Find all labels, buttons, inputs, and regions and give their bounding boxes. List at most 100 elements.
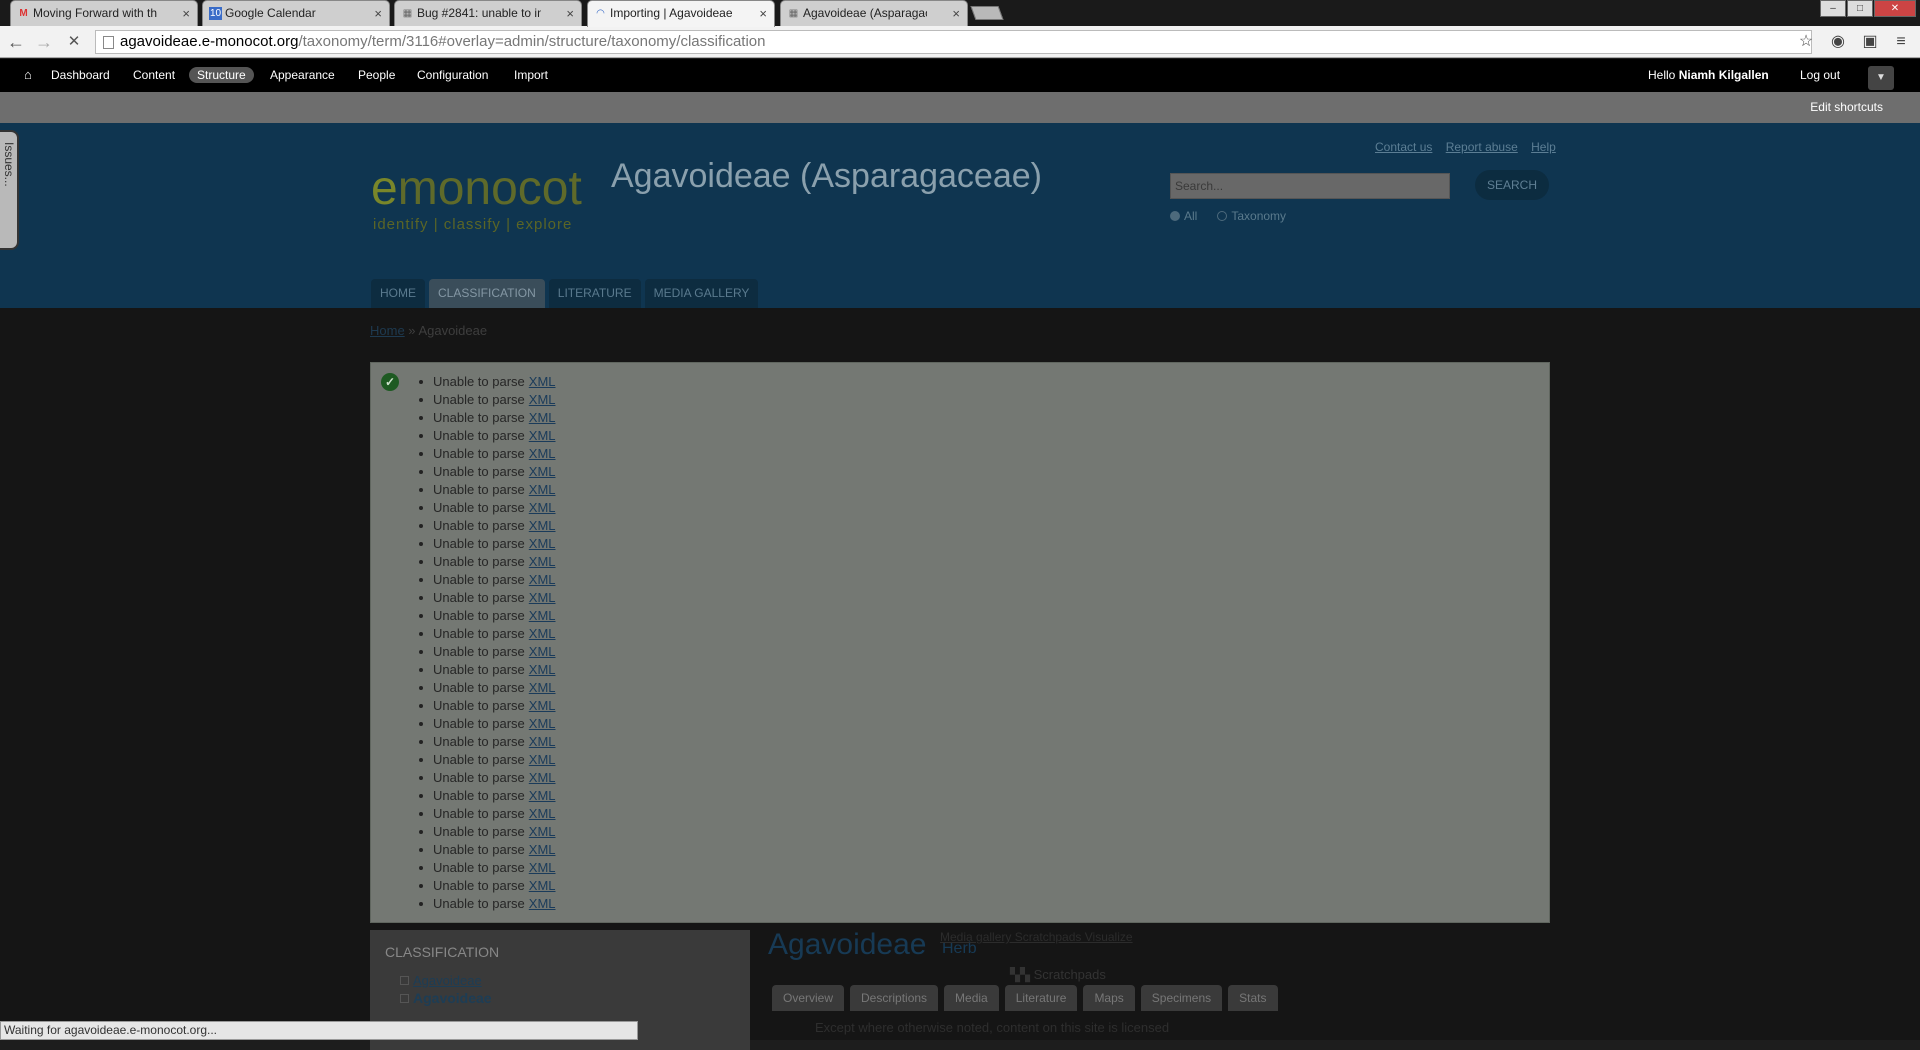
list-item: Unable to parse XML xyxy=(433,715,556,733)
tab-stats[interactable]: Stats xyxy=(1228,985,1278,1011)
list-item: Unable to parse XML xyxy=(433,553,556,571)
xml-link[interactable]: XML xyxy=(529,374,556,389)
xml-link[interactable]: XML xyxy=(529,680,556,695)
nav-media-gallery[interactable]: MEDIA GALLERY xyxy=(644,279,759,308)
taxon-links[interactable]: Media gallery Scratchpads Visualize xyxy=(940,930,1133,944)
tab-title: Agavoideae (Asparagacea xyxy=(803,6,927,20)
site-name[interactable]: Agavoideae (Asparagaceae) xyxy=(611,157,1042,196)
list-item: Unable to parse XML xyxy=(433,607,556,625)
xml-link[interactable]: XML xyxy=(529,590,556,605)
xml-link[interactable]: XML xyxy=(529,446,556,461)
toolbar-item-content[interactable]: Content xyxy=(125,67,183,83)
contact-us-link[interactable]: Contact us xyxy=(1375,140,1432,154)
browser-tab-gmail[interactable]: M Moving Forward with the × xyxy=(10,0,198,26)
close-icon[interactable]: × xyxy=(759,1,767,26)
tab-maps[interactable]: Maps xyxy=(1083,985,1135,1011)
xml-link[interactable]: XML xyxy=(529,842,556,857)
radio-taxonomy-label: Taxonomy xyxy=(1231,209,1287,223)
search-input[interactable]: Search... xyxy=(1170,173,1450,199)
url-input[interactable]: agavoideae.e-monocot.org/taxonomy/term/3… xyxy=(95,30,1812,54)
message-text: Unable to parse xyxy=(433,698,525,713)
list-item: Unable to parse XML xyxy=(433,571,556,589)
minimize-button[interactable]: – xyxy=(1820,0,1846,17)
browser-tab-calendar[interactable]: 10 Google Calendar × xyxy=(202,0,390,26)
tree-item-current[interactable]: Agavoideae xyxy=(400,990,492,1006)
xml-link[interactable]: XML xyxy=(529,734,556,749)
xml-link[interactable]: XML xyxy=(529,410,556,425)
tab-specimens[interactable]: Specimens xyxy=(1140,985,1223,1011)
stop-icon[interactable]: ✕ xyxy=(64,32,84,52)
tab-descriptions[interactable]: Descriptions xyxy=(850,985,939,1011)
xml-link[interactable]: XML xyxy=(529,518,556,533)
tab-overview[interactable]: Overview xyxy=(772,985,845,1011)
nav-literature[interactable]: LITERATURE xyxy=(548,279,641,308)
tab-literature[interactable]: Literature xyxy=(1004,985,1078,1011)
close-icon[interactable]: × xyxy=(182,1,190,26)
report-abuse-link[interactable]: Report abuse xyxy=(1446,140,1518,154)
xml-link[interactable]: XML xyxy=(529,878,556,893)
menu-icon[interactable]: ≡ xyxy=(1890,31,1912,53)
issues-tab[interactable]: Issues... xyxy=(0,130,19,250)
user-name[interactable]: Niamh Kilgallen xyxy=(1679,68,1769,82)
search-button[interactable]: SEARCH xyxy=(1475,170,1549,200)
bookmark-star-icon[interactable]: ☆ xyxy=(1795,31,1817,53)
xml-link[interactable]: XML xyxy=(529,752,556,767)
site-tagline: identify | classify | explore xyxy=(373,216,573,233)
browser-tab-agavoideae[interactable]: ▦ Agavoideae (Asparagacea × xyxy=(780,0,968,26)
xml-link[interactable]: XML xyxy=(529,788,556,803)
tree-toggle-icon xyxy=(400,994,409,1003)
toolbar-item-structure[interactable]: Structure xyxy=(189,67,254,83)
nav-classification[interactable]: CLASSIFICATION xyxy=(429,279,545,308)
xml-link[interactable]: XML xyxy=(529,716,556,731)
toolbar-item-people[interactable]: People xyxy=(350,67,403,83)
chevron-down-icon[interactable]: ▼ xyxy=(1868,66,1894,90)
xml-link[interactable]: XML xyxy=(529,500,556,515)
xml-link[interactable]: XML xyxy=(529,770,556,785)
new-tab-button[interactable] xyxy=(970,6,1004,20)
xml-link[interactable]: XML xyxy=(529,644,556,659)
toolbar-item-appearance[interactable]: Appearance xyxy=(262,67,343,83)
close-icon[interactable]: × xyxy=(566,1,574,26)
site-logo[interactable]: emonocot xyxy=(371,163,582,215)
browser-tab-importing[interactable]: ◠ Importing | Agavoideae (A × xyxy=(587,0,775,27)
browser-tab-bug[interactable]: ▦ Bug #2841: unable to imp × xyxy=(394,0,582,26)
toolbar-item-import[interactable]: Import xyxy=(506,67,556,83)
extension-icon[interactable]: ◉ xyxy=(1827,31,1849,53)
toolbar-item-dashboard[interactable]: Dashboard xyxy=(43,67,118,83)
nav-home[interactable]: HOME xyxy=(371,279,425,308)
radio-all[interactable] xyxy=(1170,211,1180,221)
tree-item[interactable]: Agavoideae xyxy=(400,973,482,988)
message-text: Unable to parse xyxy=(433,644,525,659)
close-icon[interactable]: × xyxy=(952,1,960,26)
xml-link[interactable]: XML xyxy=(529,626,556,641)
xml-link[interactable]: XML xyxy=(529,428,556,443)
xml-link[interactable]: XML xyxy=(529,608,556,623)
home-icon[interactable]: ⌂ xyxy=(16,67,40,83)
xml-link[interactable]: XML xyxy=(529,554,556,569)
close-icon[interactable]: × xyxy=(374,1,382,26)
back-icon[interactable]: ← xyxy=(6,32,26,52)
breadcrumb-home[interactable]: Home xyxy=(370,323,405,338)
xml-link[interactable]: XML xyxy=(529,896,556,911)
help-link[interactable]: Help xyxy=(1531,140,1556,154)
xml-link[interactable]: XML xyxy=(529,824,556,839)
close-window-button[interactable]: ✕ xyxy=(1874,0,1916,17)
radio-taxonomy[interactable] xyxy=(1217,211,1228,221)
xml-link[interactable]: XML xyxy=(529,662,556,677)
xml-link[interactable]: XML xyxy=(529,806,556,821)
tab-media[interactable]: Media xyxy=(944,985,999,1011)
edit-shortcuts-link[interactable]: Edit shortcuts xyxy=(1810,100,1883,114)
xml-link[interactable]: XML xyxy=(529,464,556,479)
xml-link[interactable]: XML xyxy=(529,536,556,551)
xml-link[interactable]: XML xyxy=(529,572,556,587)
logout-link[interactable]: Log out xyxy=(1792,67,1848,83)
xml-link[interactable]: XML xyxy=(529,698,556,713)
xml-link[interactable]: XML xyxy=(529,860,556,875)
maximize-button[interactable]: □ xyxy=(1847,0,1873,17)
toolbar-item-configuration[interactable]: Configuration xyxy=(409,67,496,83)
xml-link[interactable]: XML xyxy=(529,482,556,497)
forward-icon[interactable]: → xyxy=(34,32,54,52)
extension-icon[interactable]: ▣ xyxy=(1859,31,1881,53)
xml-link[interactable]: XML xyxy=(529,392,556,407)
list-item: Unable to parse XML xyxy=(433,427,556,445)
